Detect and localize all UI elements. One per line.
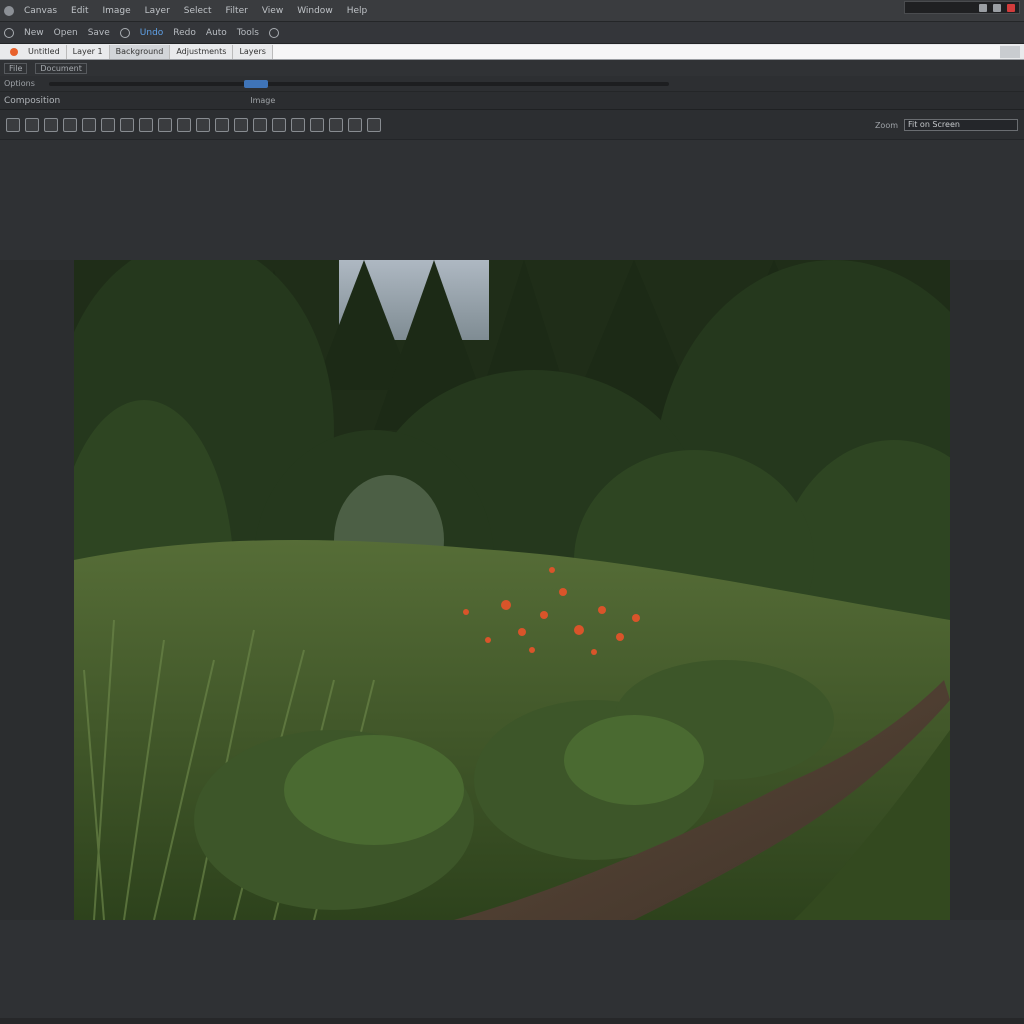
save-button[interactable]: Save — [88, 28, 110, 38]
canvas-photo[interactable] — [74, 260, 950, 920]
menu-edit[interactable]: Edit — [67, 6, 92, 16]
new-button[interactable]: New — [24, 28, 44, 38]
menu-image[interactable]: Image — [98, 6, 134, 16]
tools-bar: Zoom Fit on Screen — [0, 110, 1024, 140]
forest-trail-photo — [74, 260, 950, 920]
menu-bar: Canvas Edit Image Layer Select Filter Vi… — [0, 0, 1024, 22]
window-controls — [904, 1, 1020, 14]
status-bar — [0, 1018, 1024, 1024]
zoom-tool-icon[interactable] — [215, 117, 229, 132]
settings-icon[interactable] — [268, 27, 279, 38]
tab-layer-1[interactable]: Layer 1 — [67, 44, 110, 59]
auto-button[interactable]: Auto — [206, 28, 227, 38]
menu-filter[interactable]: Filter — [222, 6, 252, 16]
hand-tool-icon[interactable] — [196, 117, 210, 132]
file-button[interactable]: File — [4, 62, 28, 74]
slider-handle[interactable] — [243, 79, 268, 88]
composition-bar: Composition Image — [0, 92, 1024, 110]
mask-tool-icon[interactable] — [367, 117, 381, 132]
gradient-tool-icon[interactable] — [139, 117, 153, 132]
menu-view[interactable]: View — [258, 6, 287, 16]
redo-button[interactable]: Redo — [173, 28, 196, 38]
document-button[interactable]: Document — [35, 62, 87, 74]
tab-strip-fill — [272, 44, 1000, 59]
unsaved-indicator-icon — [10, 47, 18, 56]
shape-tool-icon[interactable] — [177, 117, 191, 132]
canvas-workspace[interactable] — [0, 140, 1024, 1024]
eraser-tool-icon[interactable] — [120, 117, 134, 132]
zoom-label: Zoom — [874, 120, 898, 130]
minimize-icon[interactable] — [979, 3, 987, 12]
menu-canvas[interactable]: Canvas — [20, 6, 61, 16]
timeline-slider[interactable] — [48, 79, 669, 88]
image-editor-window: Canvas Edit Image Layer Select Filter Vi… — [0, 0, 1024, 1024]
crop-tool-icon[interactable] — [63, 117, 77, 132]
text-tool-icon[interactable] — [158, 117, 172, 132]
marquee-tool-icon[interactable] — [25, 117, 39, 132]
sponge-tool-icon[interactable] — [310, 117, 324, 132]
main-toolbar: New Open Save Undo Redo Auto Tools — [0, 22, 1024, 44]
tab-overflow-button[interactable] — [1000, 45, 1020, 58]
maximize-icon[interactable] — [993, 3, 1001, 12]
menu-layer[interactable]: Layer — [141, 6, 174, 16]
canvas-right-gutter — [950, 260, 1024, 920]
path-tool-icon[interactable] — [329, 117, 343, 132]
tab-untitled[interactable]: Untitled — [22, 44, 67, 59]
menu-help[interactable]: Help — [343, 6, 372, 16]
blur-tool-icon[interactable] — [272, 117, 286, 132]
image-label: Image — [250, 96, 276, 105]
tab-background[interactable]: Background — [109, 44, 171, 59]
composition-title: Composition — [4, 95, 61, 106]
dodge-tool-icon[interactable] — [291, 117, 305, 132]
document-tabs: Untitled Layer 1 Background Adjustments … — [0, 44, 1024, 60]
document-bar: File Document — [0, 60, 1024, 76]
close-icon[interactable] — [1007, 3, 1015, 12]
eyedropper-tool-icon[interactable] — [82, 117, 96, 132]
undo-button[interactable]: Undo — [140, 28, 164, 38]
zoom-field[interactable]: Fit on Screen — [904, 119, 1018, 131]
menu-window[interactable]: Window — [293, 6, 337, 16]
canvas-left-gutter — [0, 260, 74, 920]
pen-tool-icon[interactable] — [253, 117, 267, 132]
color-swatch-icon[interactable] — [348, 117, 362, 132]
open-button[interactable]: Open — [54, 28, 78, 38]
tab-adjustments[interactable]: Adjustments — [170, 44, 234, 59]
app-logo-icon — [4, 5, 14, 16]
app-menu-icon[interactable] — [4, 27, 14, 38]
brush-tool-icon[interactable] — [101, 117, 115, 132]
tab-layers[interactable]: Layers — [233, 44, 273, 59]
zoom-controls: Zoom Fit on Screen — [875, 119, 1018, 131]
menu-select[interactable]: Select — [180, 6, 216, 16]
move-tool-icon[interactable] — [6, 117, 20, 132]
tools-button[interactable]: Tools — [237, 28, 259, 38]
history-icon[interactable] — [119, 27, 130, 38]
options-label: Options — [4, 79, 35, 88]
stamp-tool-icon[interactable] — [234, 117, 248, 132]
lasso-tool-icon[interactable] — [44, 117, 58, 132]
options-bar: Options — [0, 76, 1024, 92]
